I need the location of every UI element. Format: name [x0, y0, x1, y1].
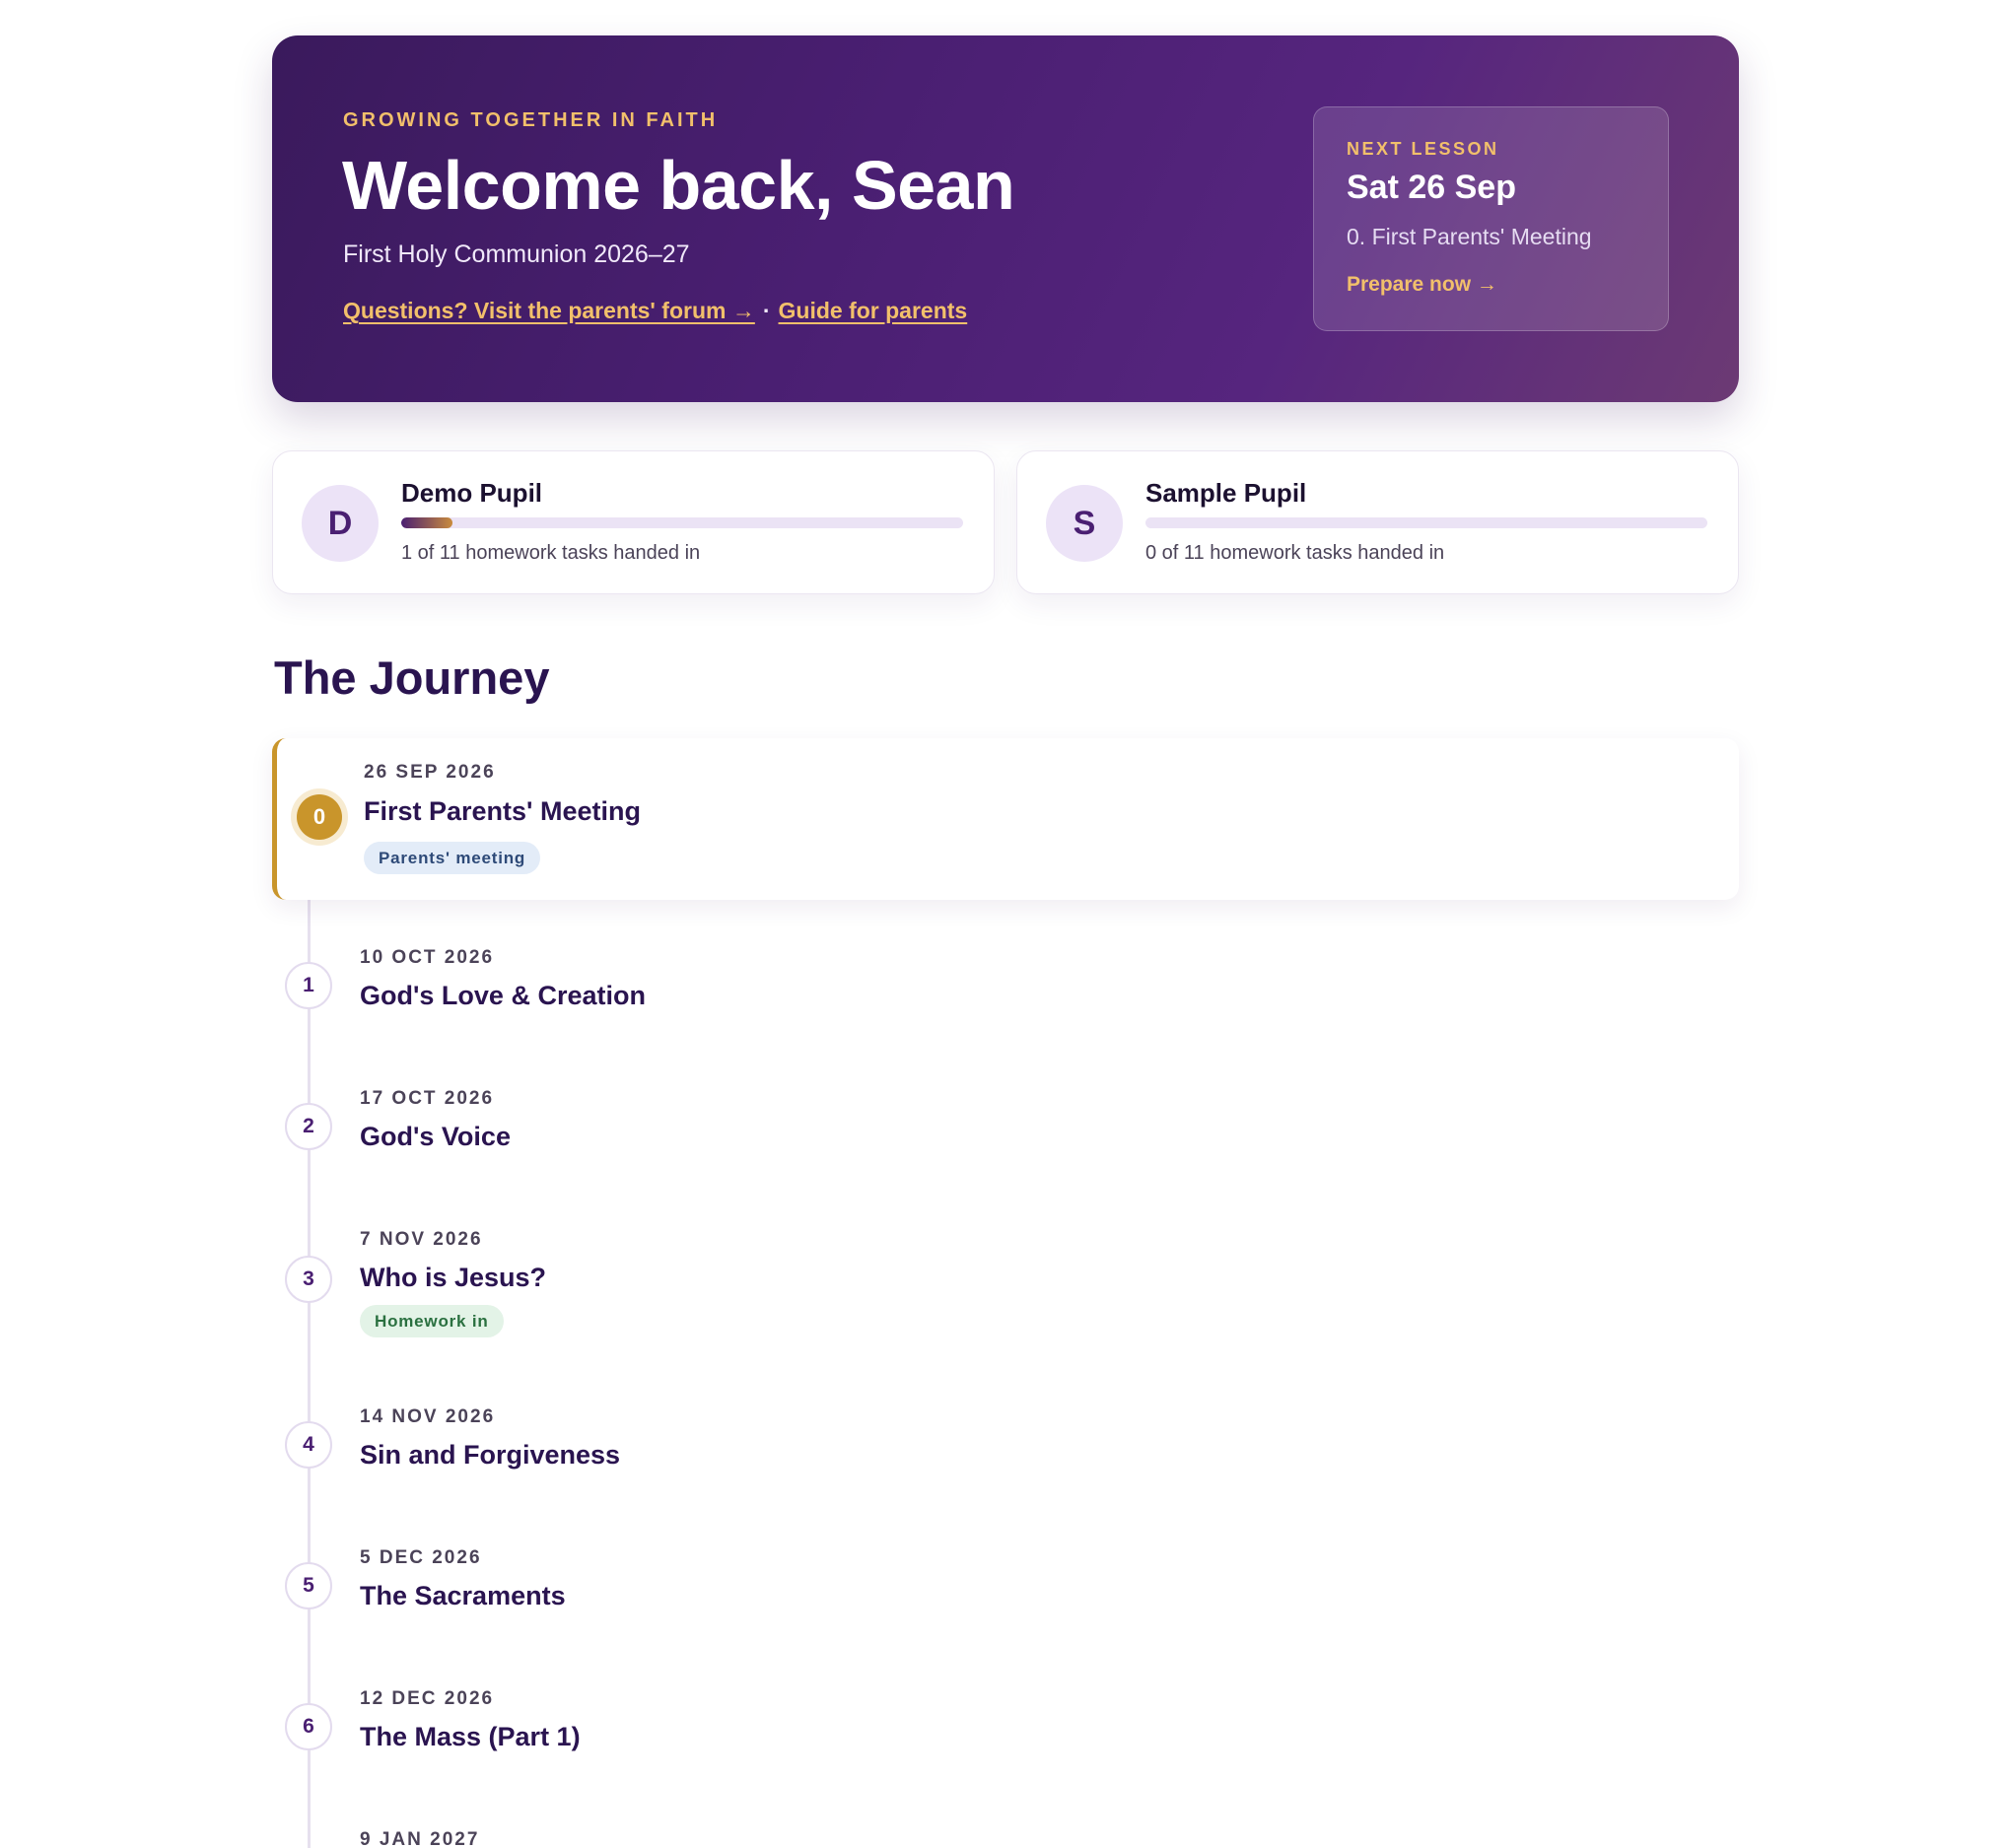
- homework-progress-bar: [1145, 517, 1707, 528]
- avatar: S: [1046, 485, 1123, 562]
- next-lesson-title: 0. First Parents' Meeting: [1347, 224, 1592, 249]
- avatar: D: [302, 485, 379, 562]
- hero-links: Questions? Visit the parents' forum → · Gu…: [343, 298, 967, 324]
- lesson-date: 7 NOV 2026: [360, 1229, 483, 1250]
- pupil-card[interactable]: S Sample Pupil 0 of 11 homework tasks ha…: [1016, 450, 1739, 594]
- lesson-number-badge: 3: [285, 1256, 332, 1303]
- lesson-date: 26 SEP 2026: [364, 762, 496, 783]
- lesson-item[interactable]: 2 17 OCT 2026 God's Voice: [272, 1079, 1739, 1217]
- lesson-title: The Sacraments: [360, 1581, 566, 1610]
- lesson-date: 14 NOV 2026: [360, 1406, 496, 1427]
- next-lesson-date: Sat 26 Sep: [1347, 169, 1516, 206]
- link-separator: ·: [762, 298, 771, 323]
- lesson-item[interactable]: 3 7 NOV 2026 Who is Jesus? Homework in: [272, 1220, 1739, 1388]
- lesson-number-badge: 6: [285, 1703, 332, 1750]
- lesson-date: 5 DEC 2026: [360, 1547, 482, 1568]
- lesson-date: 12 DEC 2026: [360, 1688, 495, 1709]
- lesson-item[interactable]: 5 5 DEC 2026 The Sacraments: [272, 1539, 1739, 1677]
- parents-meeting-badge: Parents' meeting: [364, 842, 541, 874]
- lesson-date: 10 OCT 2026: [360, 947, 495, 968]
- journey-title: The Journey: [274, 651, 550, 704]
- lesson-item[interactable]: 1 10 OCT 2026 God's Love & Creation: [272, 938, 1739, 1076]
- programme-name: First Holy Communion 2026–27: [343, 240, 690, 268]
- homework-in-badge: Homework in: [360, 1305, 504, 1337]
- lesson-title: The Mass (Part 1): [360, 1722, 581, 1751]
- lesson-date: 17 OCT 2026: [360, 1088, 495, 1109]
- lesson-number-badge: 2: [285, 1103, 332, 1150]
- lesson-title: Sin and Forgiveness: [360, 1440, 621, 1470]
- lesson-title: Who is Jesus?: [360, 1263, 547, 1292]
- lesson-title: First Parents' Meeting: [364, 796, 641, 826]
- pupil-card[interactable]: D Demo Pupil 1 of 11 homework tasks hand…: [272, 450, 995, 594]
- prepare-now-link[interactable]: Prepare now →: [1347, 273, 1497, 297]
- homework-progress-text: 1 of 11 homework tasks handed in: [401, 542, 701, 564]
- next-lesson-label: NEXT LESSON: [1347, 139, 1499, 159]
- hero-eyebrow: GROWING TOGETHER IN FAITH: [343, 109, 719, 131]
- parent-dashboard: GROWING TOGETHER IN FAITH Welcome back, …: [0, 0, 2011, 1848]
- lesson-number-badge: 4: [285, 1421, 332, 1469]
- lesson-number-badge: 0: [291, 788, 348, 846]
- guide-for-parents-link[interactable]: Guide for parents: [779, 298, 968, 323]
- homework-progress-text: 0 of 11 homework tasks handed in: [1145, 542, 1445, 564]
- lesson-date: 9 JAN 2027: [360, 1829, 480, 1848]
- pupil-name: Demo Pupil: [401, 478, 543, 508]
- lesson-item[interactable]: 9 JAN 2027: [272, 1820, 1739, 1848]
- lesson-item-active[interactable]: 0 26 SEP 2026 First Parents' Meeting Par…: [272, 738, 1739, 900]
- lesson-title: God's Love & Creation: [360, 981, 646, 1010]
- lesson-item[interactable]: 6 12 DEC 2026 The Mass (Part 1): [272, 1679, 1739, 1817]
- parents-forum-link[interactable]: Questions? Visit the parents' forum →: [343, 298, 755, 323]
- pupil-name: Sample Pupil: [1145, 478, 1307, 508]
- lesson-title: God's Voice: [360, 1122, 511, 1151]
- lesson-number: 0: [297, 794, 342, 840]
- welcome-hero: GROWING TOGETHER IN FAITH Welcome back, …: [272, 35, 1739, 402]
- lesson-number-badge: 1: [285, 962, 332, 1009]
- lesson-item[interactable]: 4 14 NOV 2026 Sin and Forgiveness: [272, 1398, 1739, 1536]
- page-title: Welcome back, Sean: [342, 147, 1015, 224]
- next-lesson-card: NEXT LESSON Sat 26 Sep 0. First Parents'…: [1313, 106, 1669, 331]
- lesson-number-badge: 5: [285, 1562, 332, 1609]
- homework-progress-bar: [401, 517, 963, 528]
- homework-progress-fill: [401, 517, 452, 528]
